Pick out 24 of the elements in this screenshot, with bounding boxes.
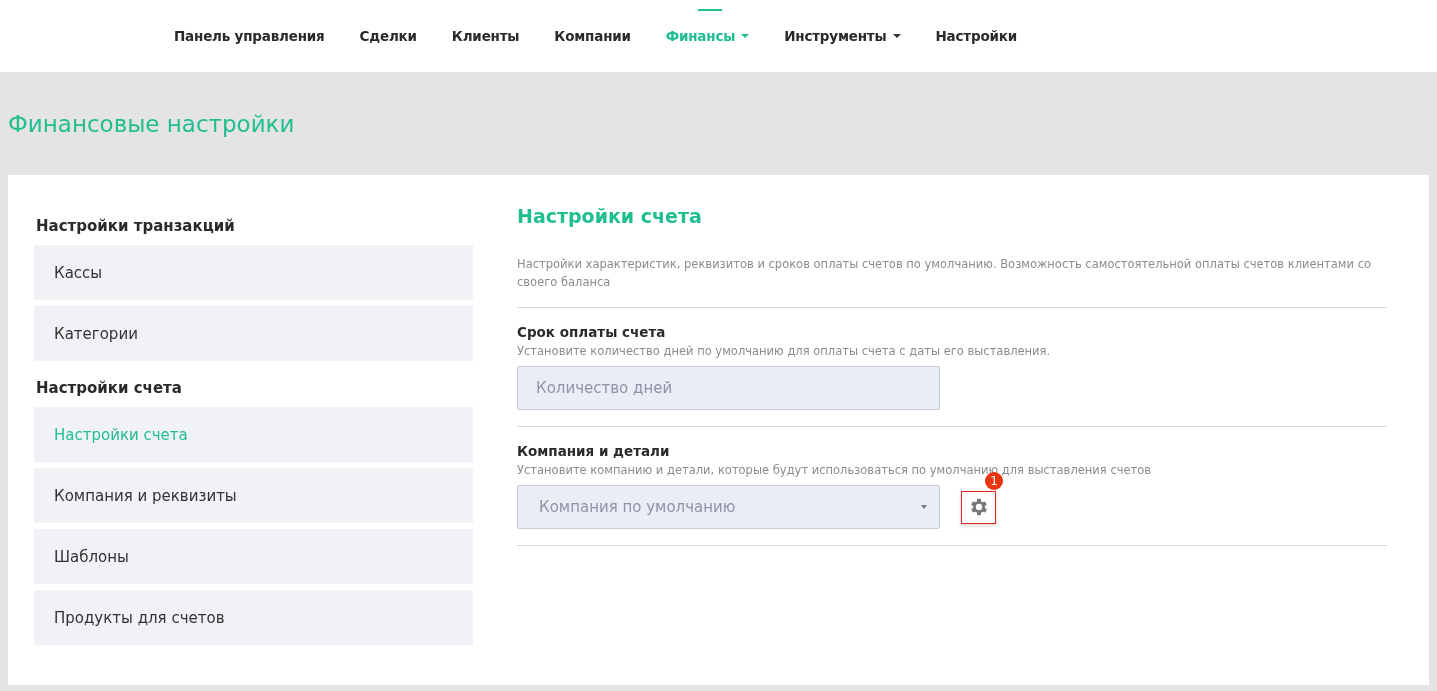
field-hint: Установите количество дней по умолчанию для оплаты счета с даты его выставления. — [517, 344, 1052, 358]
nav-tab[interactable]: Сделки — [359, 0, 417, 72]
field-label: Компания и детали — [517, 443, 671, 459]
settings-button[interactable] — [961, 490, 996, 524]
field-hint: Установите компанию и детали, которые будут использоваться по умолчанию для выставления счетов — [517, 463, 1153, 477]
nav-tab[interactable]: Панель управления — [174, 0, 325, 72]
field-label: Срок оплаты счета — [517, 324, 667, 340]
input-field[interactable]: Количество дней — [517, 366, 940, 410]
nav-tab[interactable]: Настройки — [935, 0, 1017, 72]
caret-icon — [921, 505, 927, 509]
sidebar-heading: Настройки счета — [35, 378, 183, 399]
sidebar-item[interactable]: Продукты для счетов — [34, 590, 473, 645]
sidebar-item[interactable]: Категории — [34, 306, 473, 361]
sidebar-heading: Настройки транзакций — [35, 216, 236, 237]
sidebar-item[interactable]: Кассы — [34, 245, 473, 300]
nav-tab[interactable]: Клиенты — [451, 0, 520, 72]
active-indicator — [697, 9, 722, 11]
nav-tab[interactable]: Инструменты — [784, 0, 901, 72]
nav-tab[interactable]: Компании — [554, 0, 631, 72]
sidebar-item[interactable]: Компания и реквизиты — [34, 468, 473, 523]
sidebar-item[interactable]: Шаблоны — [34, 529, 473, 584]
section-title: Настройки счета — [517, 205, 703, 229]
page-title: Финансовые настройки — [8, 109, 296, 139]
section-description: Настройки характеристик, реквизитов и сроков оплаты счетов по умолчанию. Возможность самостоятельной оплаты счетов клиентами со своего баланса — [517, 255, 1387, 308]
